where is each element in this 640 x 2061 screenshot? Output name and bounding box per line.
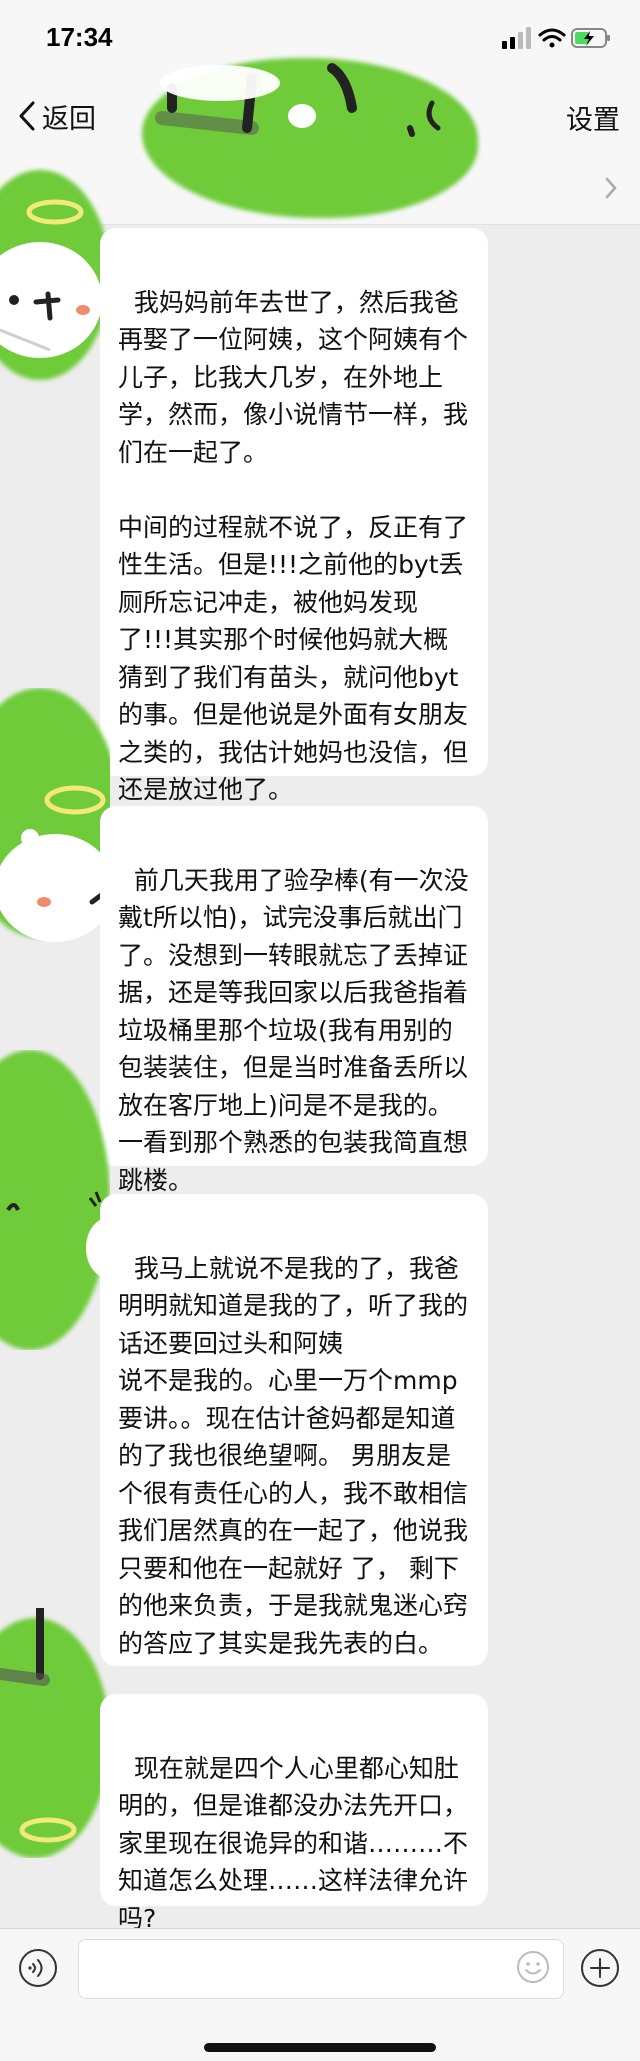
message-bubble: 我妈妈前年去世了，然后我爸再娶了一位阿姨，这个阿姨有个儿子，比我大几岁，在外地上… bbox=[100, 228, 488, 804]
angel-sheep-avatar-icon bbox=[0, 199, 102, 358]
chevron-right-icon bbox=[605, 177, 617, 199]
sender-avatar[interactable] bbox=[0, 150, 110, 390]
settings-button[interactable]: 设置 bbox=[566, 98, 620, 137]
back-button[interactable]: 返回 bbox=[18, 94, 96, 138]
home-indicator bbox=[204, 2043, 436, 2052]
message-bubble: 现在就是四个人心里都心知肚明的，但是谁都没办法先开口，家里现在很诡异的和谐………… bbox=[100, 1694, 488, 1933]
voice-input-icon[interactable] bbox=[18, 1948, 58, 1988]
angel-sheep-avatar-icon bbox=[0, 1608, 77, 1843]
sender-avatar[interactable] bbox=[0, 1608, 110, 1858]
message-text: 我妈妈前年去世了，然后我爸再娶了一位阿姨，这个阿姨有个儿子，比我大几岁，在外地上… bbox=[118, 287, 469, 805]
plus-icon[interactable] bbox=[580, 1948, 620, 1988]
message-bubble: 前几天我用了验孕棒(有一次没戴t所以怕)，试完没事后就出门了。没想到一转眼就忘了… bbox=[100, 806, 488, 1195]
cellular-signal-icon bbox=[502, 27, 531, 49]
message-text: 前几天我用了验孕棒(有一次没戴t所以怕)，试完没事后就出门了。没想到一转眼就忘了… bbox=[118, 865, 469, 1195]
message-text: 我马上就说不是我的了，我爸明明就知道是我的了，听了我的话还要回过头和阿姨 说不是… bbox=[118, 1253, 469, 1658]
wifi-icon bbox=[538, 28, 566, 48]
input-bar bbox=[0, 1928, 640, 2061]
message-bubble: 我马上就说不是我的了，我爸明明就知道是我的了，听了我的话还要回过头和阿姨 说不是… bbox=[100, 1194, 488, 1666]
sender-avatar[interactable] bbox=[0, 688, 110, 948]
angel-sheep-avatar-icon bbox=[0, 785, 110, 942]
battery-charging-icon bbox=[571, 28, 610, 48]
status-time: 17:34 bbox=[46, 22, 113, 52]
message-input[interactable] bbox=[78, 1939, 564, 1999]
status-icons bbox=[502, 26, 612, 50]
back-label: 返回 bbox=[42, 103, 96, 135]
chevron-left-icon bbox=[19, 101, 35, 131]
emoji-icon[interactable] bbox=[516, 1950, 550, 1984]
message-text: 现在就是四个人心里都心知肚明的，但是谁都没办法先开口，家里现在很诡异的和谐………… bbox=[118, 1753, 469, 1933]
redaction-doodle-icon bbox=[155, 63, 441, 137]
sender-avatar[interactable] bbox=[0, 1050, 110, 1350]
angel-sheep-avatar-icon bbox=[6, 1191, 110, 1278]
